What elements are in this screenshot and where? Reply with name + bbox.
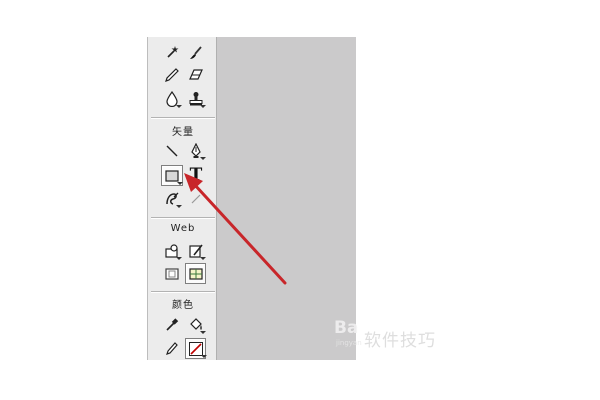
annotation-arrow [184, 173, 287, 285]
watermark-logo: Ba [334, 318, 359, 338]
watermark-caption: 软件技巧 [364, 331, 436, 351]
watermark: Ba 软件技巧 jingyan [334, 318, 435, 351]
watermark-subtext: jingyan [336, 339, 362, 347]
